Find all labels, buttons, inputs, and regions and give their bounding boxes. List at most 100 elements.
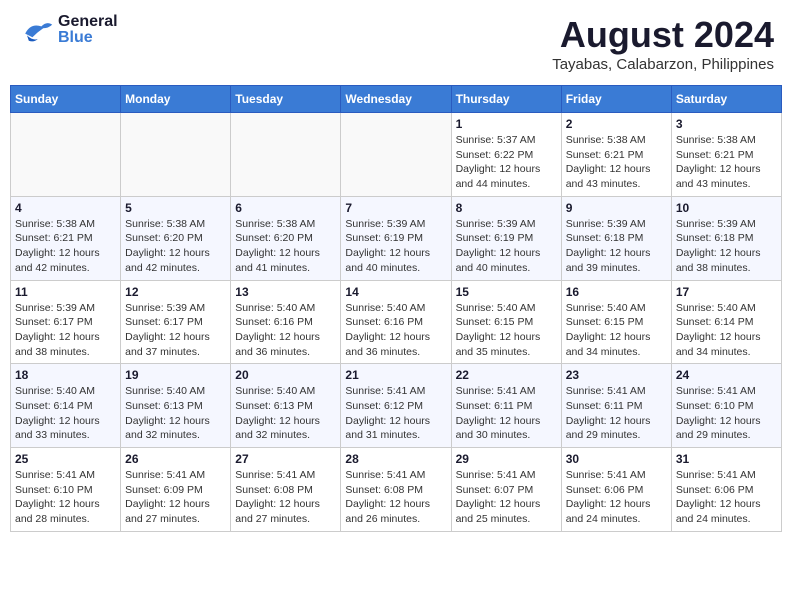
cell-day-number: 20: [235, 368, 336, 382]
cell-day-number: 1: [456, 117, 557, 131]
calendar-title: August 2024: [552, 14, 774, 56]
calendar-cell: 19 Sunrise: 5:40 AM Sunset: 6:13 PM Dayli…: [121, 364, 231, 448]
calendar-cell: 6Sunrise: 5:38 AM Sunset: 6:20 PM Daylig…: [231, 196, 341, 280]
weekday-header-friday: Friday: [561, 86, 671, 113]
cell-day-number: 9: [566, 201, 667, 215]
calendar-cell: 30 Sunrise: 5:41 AM Sunset: 6:06 PM Dayli…: [561, 448, 671, 532]
weekday-header-thursday: Thursday: [451, 86, 561, 113]
cell-day-number: 24: [676, 368, 777, 382]
calendar-cell: 21 Sunrise: 5:41 AM Sunset: 6:12 PM Dayli…: [341, 364, 451, 448]
calendar-cell: [341, 113, 451, 197]
cell-info-text: Sunrise: 5:41 AM Sunset: 6:10 PM Dayligh…: [676, 384, 777, 443]
calendar-week-row: 11 Sunrise: 5:39 AM Sunset: 6:17 PM Dayli…: [11, 280, 782, 364]
logo-blue-text: Blue: [58, 30, 118, 46]
cell-day-number: 17: [676, 285, 777, 299]
cell-day-number: 23: [566, 368, 667, 382]
calendar-cell: 26 Sunrise: 5:41 AM Sunset: 6:09 PM Dayli…: [121, 448, 231, 532]
cell-info-text: Sunrise: 5:39 AM Sunset: 6:17 PM Dayligh…: [125, 301, 226, 360]
cell-info-text: Sunrise: 5:39 AM Sunset: 6:19 PM Dayligh…: [456, 217, 557, 276]
calendar-cell: 9 Sunrise: 5:39 AM Sunset: 6:18 PM Daylig…: [561, 196, 671, 280]
calendar-cell: 5 Sunrise: 5:38 AM Sunset: 6:20 PM Daylig…: [121, 196, 231, 280]
calendar-cell: 4Sunrise: 5:38 AM Sunset: 6:21 PM Daylig…: [11, 196, 121, 280]
cell-info-text: Sunrise: 5:39 AM Sunset: 6:18 PM Dayligh…: [676, 217, 777, 276]
cell-info-text: Sunrise: 5:41 AM Sunset: 6:11 PM Dayligh…: [456, 384, 557, 443]
logo: General Blue: [18, 14, 118, 46]
cell-info-text: Sunrise: 5:40 AM Sunset: 6:13 PM Dayligh…: [235, 384, 336, 443]
cell-day-number: 29: [456, 452, 557, 466]
calendar-cell: 10Sunrise: 5:39 AM Sunset: 6:18 PM Dayli…: [671, 196, 781, 280]
cell-info-text: Sunrise: 5:37 AM Sunset: 6:22 PM Dayligh…: [456, 133, 557, 192]
cell-info-text: Sunrise: 5:41 AM Sunset: 6:07 PM Dayligh…: [456, 468, 557, 527]
cell-day-number: 6: [235, 201, 336, 215]
cell-info-text: Sunrise: 5:41 AM Sunset: 6:09 PM Dayligh…: [125, 468, 226, 527]
cell-info-text: Sunrise: 5:40 AM Sunset: 6:15 PM Dayligh…: [456, 301, 557, 360]
calendar-week-row: 25Sunrise: 5:41 AM Sunset: 6:10 PM Dayli…: [11, 448, 782, 532]
cell-day-number: 19: [125, 368, 226, 382]
calendar-cell: 27 Sunrise: 5:41 AM Sunset: 6:08 PM Dayli…: [231, 448, 341, 532]
cell-info-text: Sunrise: 5:41 AM Sunset: 6:12 PM Dayligh…: [345, 384, 446, 443]
cell-info-text: Sunrise: 5:40 AM Sunset: 6:16 PM Dayligh…: [235, 301, 336, 360]
weekday-header-wednesday: Wednesday: [341, 86, 451, 113]
cell-info-text: Sunrise: 5:40 AM Sunset: 6:14 PM Dayligh…: [15, 384, 116, 443]
cell-day-number: 5: [125, 201, 226, 215]
cell-info-text: Sunrise: 5:39 AM Sunset: 6:18 PM Dayligh…: [566, 217, 667, 276]
cell-info-text: Sunrise: 5:41 AM Sunset: 6:06 PM Dayligh…: [566, 468, 667, 527]
logo-general-text: General: [58, 14, 118, 30]
calendar-week-row: 18Sunrise: 5:40 AM Sunset: 6:14 PM Dayli…: [11, 364, 782, 448]
cell-day-number: 4: [15, 201, 116, 215]
calendar-cell: 22 Sunrise: 5:41 AM Sunset: 6:11 PM Dayli…: [451, 364, 561, 448]
calendar-cell: [11, 113, 121, 197]
cell-day-number: 21: [345, 368, 446, 382]
cell-info-text: Sunrise: 5:41 AM Sunset: 6:08 PM Dayligh…: [345, 468, 446, 527]
calendar-cell: 13Sunrise: 5:40 AM Sunset: 6:16 PM Dayli…: [231, 280, 341, 364]
calendar-cell: 15Sunrise: 5:40 AM Sunset: 6:15 PM Dayli…: [451, 280, 561, 364]
calendar-cell: 1 Sunrise: 5:37 AM Sunset: 6:22 PM Daylig…: [451, 113, 561, 197]
calendar-cell: 24 Sunrise: 5:41 AM Sunset: 6:10 PM Dayli…: [671, 364, 781, 448]
calendar-cell: 20 Sunrise: 5:40 AM Sunset: 6:13 PM Dayli…: [231, 364, 341, 448]
calendar-cell: 18Sunrise: 5:40 AM Sunset: 6:14 PM Dayli…: [11, 364, 121, 448]
calendar-week-row: 4Sunrise: 5:38 AM Sunset: 6:21 PM Daylig…: [11, 196, 782, 280]
calendar-cell: 25Sunrise: 5:41 AM Sunset: 6:10 PM Dayli…: [11, 448, 121, 532]
calendar-subtitle: Tayabas, Calabarzon, Philippines: [552, 56, 774, 73]
cell-day-number: 11: [15, 285, 116, 299]
cell-day-number: 16: [566, 285, 667, 299]
cell-day-number: 25: [15, 452, 116, 466]
cell-day-number: 30: [566, 452, 667, 466]
calendar-cell: 16Sunrise: 5:40 AM Sunset: 6:15 PM Dayli…: [561, 280, 671, 364]
calendar-cell: 12 Sunrise: 5:39 AM Sunset: 6:17 PM Dayli…: [121, 280, 231, 364]
calendar-cell: 17Sunrise: 5:40 AM Sunset: 6:14 PM Dayli…: [671, 280, 781, 364]
calendar-title-area: August 2024 Tayabas, Calabarzon, Philipp…: [552, 14, 774, 73]
calendar-cell: 31 Sunrise: 5:41 AM Sunset: 6:06 PM Dayli…: [671, 448, 781, 532]
cell-day-number: 27: [235, 452, 336, 466]
cell-info-text: Sunrise: 5:41 AM Sunset: 6:06 PM Dayligh…: [676, 468, 777, 527]
calendar-cell: [231, 113, 341, 197]
cell-day-number: 12: [125, 285, 226, 299]
calendar-cell: 2Sunrise: 5:38 AM Sunset: 6:21 PM Daylig…: [561, 113, 671, 197]
calendar-cell: 23Sunrise: 5:41 AM Sunset: 6:11 PM Dayli…: [561, 364, 671, 448]
cell-info-text: Sunrise: 5:40 AM Sunset: 6:16 PM Dayligh…: [345, 301, 446, 360]
weekday-header-monday: Monday: [121, 86, 231, 113]
cell-info-text: Sunrise: 5:41 AM Sunset: 6:08 PM Dayligh…: [235, 468, 336, 527]
cell-day-number: 22: [456, 368, 557, 382]
cell-info-text: Sunrise: 5:39 AM Sunset: 6:19 PM Dayligh…: [345, 217, 446, 276]
calendar-cell: 28Sunrise: 5:41 AM Sunset: 6:08 PM Dayli…: [341, 448, 451, 532]
cell-day-number: 31: [676, 452, 777, 466]
calendar-cell: 3Sunrise: 5:38 AM Sunset: 6:21 PM Daylig…: [671, 113, 781, 197]
weekday-header-saturday: Saturday: [671, 86, 781, 113]
cell-info-text: Sunrise: 5:40 AM Sunset: 6:13 PM Dayligh…: [125, 384, 226, 443]
cell-day-number: 8: [456, 201, 557, 215]
weekday-header-row: SundayMondayTuesdayWednesdayThursdayFrid…: [11, 86, 782, 113]
weekday-header-tuesday: Tuesday: [231, 86, 341, 113]
calendar-week-row: 1 Sunrise: 5:37 AM Sunset: 6:22 PM Daylig…: [11, 113, 782, 197]
cell-info-text: Sunrise: 5:39 AM Sunset: 6:17 PM Dayligh…: [15, 301, 116, 360]
calendar-cell: 11 Sunrise: 5:39 AM Sunset: 6:17 PM Dayli…: [11, 280, 121, 364]
calendar-table: SundayMondayTuesdayWednesdayThursdayFrid…: [10, 85, 782, 532]
cell-day-number: 2: [566, 117, 667, 131]
cell-day-number: 26: [125, 452, 226, 466]
calendar-cell: 29 Sunrise: 5:41 AM Sunset: 6:07 PM Dayli…: [451, 448, 561, 532]
cell-info-text: Sunrise: 5:38 AM Sunset: 6:20 PM Dayligh…: [125, 217, 226, 276]
page-header: General Blue August 2024 Tayabas, Calaba…: [10, 10, 782, 77]
calendar-cell: [121, 113, 231, 197]
cell-day-number: 14: [345, 285, 446, 299]
weekday-header-sunday: Sunday: [11, 86, 121, 113]
